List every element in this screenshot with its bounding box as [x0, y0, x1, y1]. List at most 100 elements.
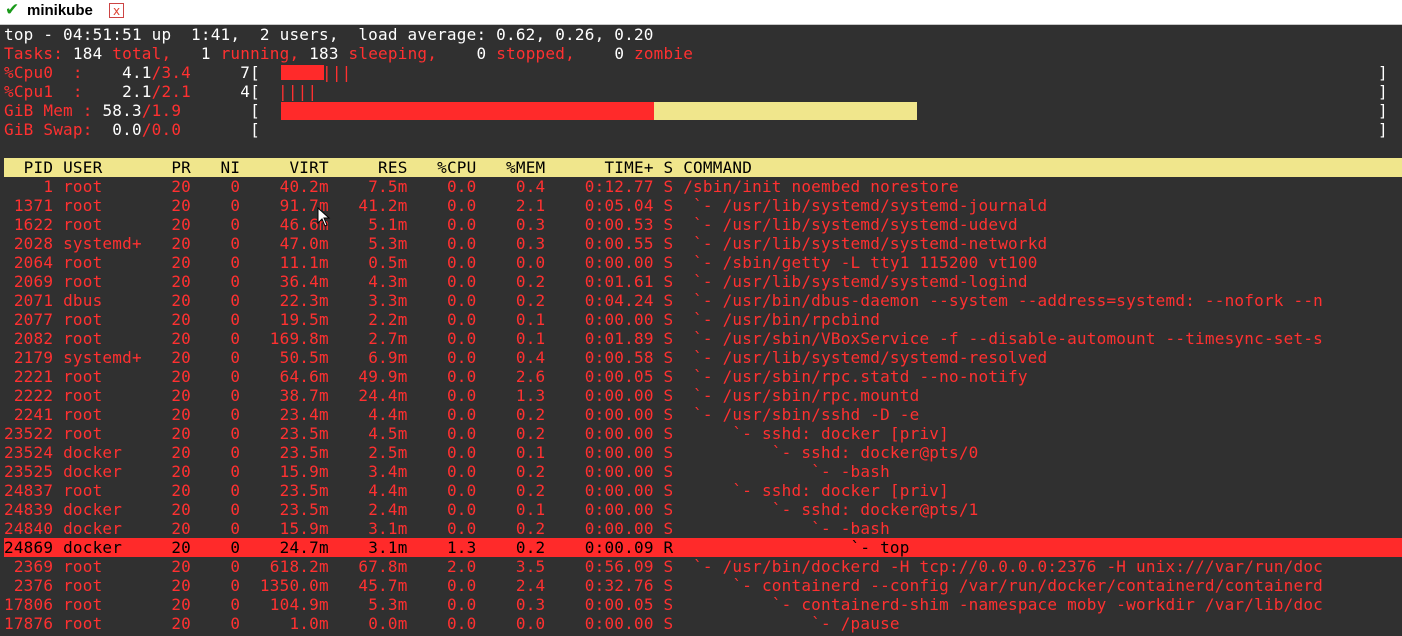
cell-user: docker [63, 500, 142, 519]
cell-ni: 0 [200, 234, 241, 253]
cell-cmd: `- /usr/sbin/rpc.mountd [683, 386, 920, 405]
table-row[interactable]: 1622 root 20 0 46.6m 5.1m 0.0 0.3 0:00.5… [4, 215, 1018, 234]
cell-pid: 1 [4, 177, 54, 196]
table-row[interactable]: 2028 systemd+ 20 0 47.0m 5.3m 0.0 0.3 0:… [4, 234, 1047, 253]
cell-time: 0:00.00 [555, 462, 654, 481]
table-row[interactable]: 2077 root 20 0 19.5m 2.2m 0.0 0.1 0:00.0… [4, 310, 880, 329]
table-row[interactable]: 1 root 20 0 40.2m 7.5m 0.0 0.4 0:12.77 S… [4, 177, 959, 196]
cell-virt: 38.7m [250, 386, 329, 405]
cell-s: S [663, 614, 674, 633]
table-row[interactable]: 23525 docker 20 0 15.9m 3.4m 0.0 0.2 0:0… [4, 462, 890, 481]
cell-time: 0:00.00 [555, 405, 654, 424]
cell-pid: 24839 [4, 500, 54, 519]
tasks-stopped-label: stopped, [496, 44, 575, 63]
table-row-selected[interactable]: 24869 docker 20 0 24.7m 3.1m 1.3 0.2 0:0… [4, 538, 910, 557]
cell-cpu: 0.0 [417, 424, 477, 443]
cpu1-label: %Cpu1 : [4, 82, 83, 101]
cell-ni: 0 [200, 367, 241, 386]
cell-mem: 0.1 [486, 443, 546, 462]
cell-user: docker [63, 519, 142, 538]
table-row[interactable]: 2069 root 20 0 36.4m 4.3m 0.0 0.2 0:01.6… [4, 272, 1028, 291]
cell-pr: 20 [151, 481, 192, 500]
cell-cmd: `- /pause [683, 614, 900, 633]
cell-res: 4.3m [338, 272, 408, 291]
table-row[interactable]: 2222 root 20 0 38.7m 24.4m 0.0 1.3 0:00.… [4, 386, 919, 405]
cell-s: S [663, 557, 674, 576]
cell-cpu: 0.0 [417, 462, 477, 481]
cell-time: 0:00.00 [555, 519, 654, 538]
cell-cmd: `- /usr/bin/dockerd -H tcp://0.0.0.0:237… [683, 557, 1324, 576]
cell-pr: 20 [151, 595, 192, 614]
cell-ni: 0 [200, 614, 241, 633]
cell-mem: 0.2 [486, 424, 546, 443]
table-row[interactable]: 24839 docker 20 0 23.5m 2.4m 0.0 0.1 0:0… [4, 500, 979, 519]
cell-pr: 20 [151, 557, 192, 576]
cell-time: 0:00.00 [555, 614, 654, 633]
column-header: USER [63, 158, 142, 177]
cell-res: 6.9m [338, 348, 408, 367]
cell-pid: 24837 [4, 481, 54, 500]
cell-virt: 15.9m [250, 462, 329, 481]
column-header: %MEM [486, 158, 546, 177]
cell-res: 2.7m [338, 329, 408, 348]
cell-mem: 0.1 [486, 329, 546, 348]
cell-time: 0:00.55 [555, 234, 654, 253]
cell-cpu: 0.0 [417, 329, 477, 348]
cell-cmd: `- /usr/bin/dbus-daemon --system --addre… [683, 291, 1324, 310]
cell-cpu: 0.0 [417, 367, 477, 386]
table-row[interactable]: 2221 root 20 0 64.6m 49.9m 0.0 2.6 0:00.… [4, 367, 1028, 386]
cell-time: 0:00.58 [555, 348, 654, 367]
table-row[interactable]: 17806 root 20 0 104.9m 5.3m 0.0 0.3 0:00… [4, 595, 1323, 614]
table-row[interactable]: 2071 dbus 20 0 22.3m 3.3m 0.0 0.2 0:04.2… [4, 291, 1323, 310]
tasks-sleeping-label: sleeping, [348, 44, 438, 63]
table-row[interactable]: 2082 root 20 0 169.8m 2.7m 0.0 0.1 0:01.… [4, 329, 1323, 348]
cell-user: root [63, 481, 142, 500]
cell-mem: 0.2 [486, 519, 546, 538]
cell-user: root [63, 196, 142, 215]
terminal[interactable]: top - 04:51:51 up 1:41, 2 users, load av… [0, 25, 1402, 636]
table-row[interactable]: 2369 root 20 0 618.2m 67.8m 2.0 3.5 0:56… [4, 557, 1323, 576]
cell-pr: 20 [151, 500, 192, 519]
table-row[interactable]: 2376 root 20 0 1350.0m 45.7m 0.0 2.4 0:3… [4, 576, 1323, 595]
table-row[interactable]: 1371 root 20 0 91.7m 41.2m 0.0 2.1 0:05.… [4, 196, 1047, 215]
cell-s: S [663, 500, 674, 519]
cell-res: 0.5m [338, 253, 408, 272]
cell-ni: 0 [200, 386, 241, 405]
swap-line: GiB Swap: 0.0/0.0 [ [4, 120, 260, 139]
cell-pid: 2221 [4, 367, 54, 386]
table-row[interactable]: 17876 root 20 0 1.0m 0.0m 0.0 0.0 0:00.0… [4, 614, 900, 633]
table-row[interactable]: 2179 systemd+ 20 0 50.5m 6.9m 0.0 0.4 0:… [4, 348, 1047, 367]
cell-cmd: `- /usr/lib/systemd/systemd-journald [683, 196, 1048, 215]
cell-cpu: 0.0 [417, 405, 477, 424]
table-row[interactable]: 24837 root 20 0 23.5m 4.4m 0.0 0.2 0:00.… [4, 481, 949, 500]
cell-s: S [663, 462, 674, 481]
cell-time: 0:00.00 [555, 424, 654, 443]
cpu1-bracket-end: ] [1378, 82, 1388, 101]
table-row[interactable]: 2241 root 20 0 23.4m 4.4m 0.0 0.2 0:00.0… [4, 405, 919, 424]
table-row[interactable]: 24840 docker 20 0 15.9m 3.1m 0.0 0.2 0:0… [4, 519, 890, 538]
cell-time: 0:04.24 [555, 291, 654, 310]
table-row[interactable]: 23522 root 20 0 23.5m 4.5m 0.0 0.2 0:00.… [4, 424, 949, 443]
close-icon[interactable]: x [109, 3, 124, 18]
cell-ni: 0 [200, 519, 241, 538]
check-icon: ✔ [5, 0, 20, 20]
cell-virt: 1350.0m [250, 576, 329, 595]
cell-time: 0:12.77 [555, 177, 654, 196]
cell-res: 4.5m [338, 424, 408, 443]
cell-ni: 0 [200, 348, 241, 367]
cell-s: S [663, 386, 674, 405]
cell-mem: 0.1 [486, 310, 546, 329]
cell-s: S [663, 576, 674, 595]
cell-ni: 0 [200, 443, 241, 462]
cell-mem: 0.0 [486, 253, 546, 272]
table-row[interactable]: 2064 root 20 0 11.1m 0.5m 0.0 0.0 0:00.0… [4, 253, 1038, 272]
cell-pid: 24869 [4, 538, 54, 557]
cell-res: 3.1m [338, 519, 408, 538]
table-row[interactable]: 23524 docker 20 0 23.5m 2.5m 0.0 0.1 0:0… [4, 443, 979, 462]
cell-cpu: 0.0 [417, 177, 477, 196]
cell-pr: 20 [151, 215, 192, 234]
tasks-total-label: total, [112, 44, 172, 63]
uptime-line: top - 04:51:51 up 1:41, 2 users, load av… [4, 25, 654, 44]
cell-virt: 23.5m [250, 424, 329, 443]
cell-time: 0:00.53 [555, 215, 654, 234]
